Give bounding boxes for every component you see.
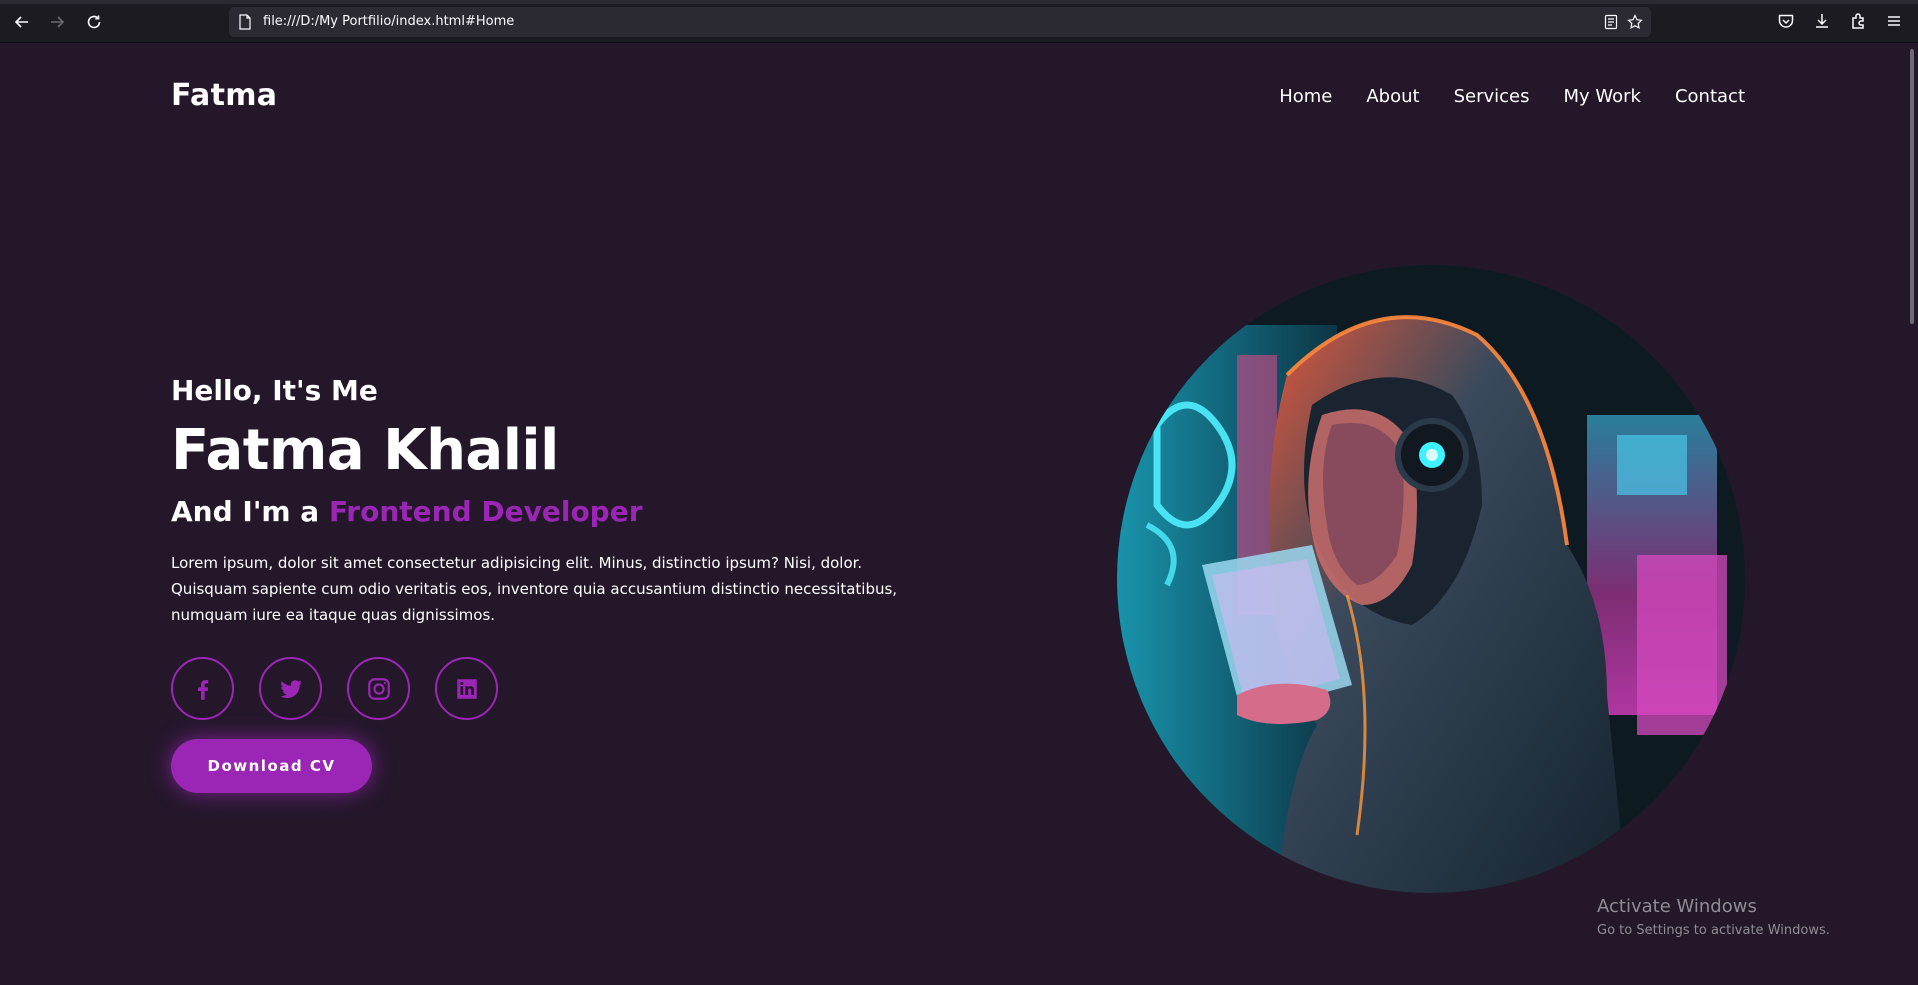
facebook-link[interactable] — [171, 657, 234, 720]
nav-home[interactable]: Home — [1279, 86, 1332, 107]
linkedin-icon — [456, 678, 477, 699]
address-bar[interactable]: file:///D:/My Portfilio/index.html#Home — [229, 7, 1651, 37]
role-highlight: Frontend Developer — [328, 495, 643, 528]
instagram-link[interactable] — [347, 657, 410, 720]
reload-icon[interactable] — [84, 12, 104, 32]
page-scrollbar[interactable] — [1906, 43, 1918, 985]
social-links — [171, 657, 498, 720]
download-icon[interactable] — [1813, 12, 1833, 32]
url-text[interactable]: file:///D:/My Portfilio/index.html#Home — [263, 14, 514, 29]
hero-role: And I'm a Frontend Developer — [171, 492, 931, 532]
twitter-icon — [279, 679, 302, 698]
hooded-girl-illustration — [1117, 265, 1745, 893]
hero-name: Fatma Khalil — [171, 418, 559, 483]
extensions-icon[interactable] — [1849, 12, 1869, 32]
pocket-icon[interactable] — [1777, 12, 1797, 32]
watermark-subtitle: Go to Settings to activate Windows. — [1597, 923, 1830, 938]
nav-contact[interactable]: Contact — [1675, 86, 1745, 107]
role-prefix: And I'm a — [171, 495, 329, 528]
nav-about[interactable]: About — [1366, 86, 1419, 107]
forward-icon[interactable] — [47, 12, 67, 32]
instagram-icon — [367, 677, 390, 700]
browser-toolbar: file:///D:/My Portfilio/index.html#Home — [0, 0, 1918, 43]
hero-greeting: Hello, It's Me — [171, 374, 378, 407]
facebook-icon — [197, 679, 208, 700]
site-logo[interactable]: Fatma — [171, 78, 277, 113]
download-cv-button[interactable]: Download CV — [171, 739, 372, 793]
main-nav: Home About Services My Work Contact — [1279, 86, 1745, 107]
activate-windows-watermark: Activate Windows Go to Settings to activ… — [1597, 896, 1830, 938]
nav-my-work[interactable]: My Work — [1563, 86, 1640, 107]
nav-services[interactable]: Services — [1454, 86, 1530, 107]
reader-view-icon[interactable] — [1603, 14, 1619, 30]
menu-icon[interactable] — [1885, 12, 1905, 32]
watermark-title: Activate Windows — [1597, 896, 1757, 917]
twitter-link[interactable] — [259, 657, 322, 720]
hero-portrait-image — [1117, 265, 1745, 893]
hero-description: Lorem ipsum, dolor sit amet consectetur … — [171, 554, 898, 624]
scrollbar-thumb[interactable] — [1910, 49, 1914, 324]
back-icon[interactable] — [12, 12, 32, 32]
linkedin-link[interactable] — [435, 657, 498, 720]
bookmark-star-icon[interactable] — [1627, 14, 1643, 30]
hero-content: Hello, It's Me Fatma Khalil And I'm a Fr… — [171, 372, 931, 628]
page-icon — [239, 14, 251, 30]
